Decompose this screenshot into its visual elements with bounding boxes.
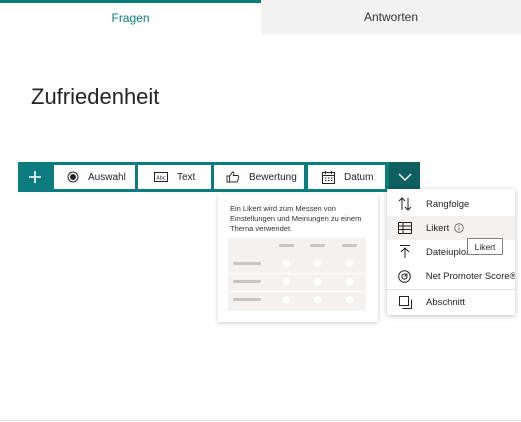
likert-preview-graphic xyxy=(228,238,366,311)
menu-item-likert[interactable]: Likert xyxy=(387,216,515,240)
menu-item-rangfolge[interactable]: Rangfolge xyxy=(387,192,515,216)
menu-item-label: Net Promoter Score® xyxy=(425,270,515,282)
chevron-down-icon xyxy=(398,173,411,181)
likert-description: Ein Likert wird zum Messen von Einstellu… xyxy=(230,204,362,233)
section-icon xyxy=(397,294,413,310)
form-title[interactable]: Zufriedenheit xyxy=(31,84,159,110)
date-button[interactable]: Datum xyxy=(308,165,385,189)
tab-antworten[interactable]: Antworten xyxy=(261,0,521,34)
thumbs-up-icon xyxy=(226,171,240,183)
radio-icon xyxy=(67,171,79,183)
nps-icon xyxy=(397,268,413,284)
calendar-icon xyxy=(322,170,335,184)
menu-item-nps[interactable]: Net Promoter Score® xyxy=(387,264,515,288)
add-question-button[interactable] xyxy=(18,162,51,192)
choice-button-label: Auswahl xyxy=(88,171,126,183)
plus-icon xyxy=(28,171,41,183)
likert-tooltip: Likert xyxy=(467,238,503,255)
text-button-label: Text xyxy=(177,171,196,183)
rating-button-label: Bewertung xyxy=(249,171,297,183)
likert-preview-card: Ein Likert wird zum Messen von Einstellu… xyxy=(218,194,378,322)
info-icon[interactable] xyxy=(454,223,464,233)
more-question-types-button[interactable] xyxy=(389,162,420,192)
menu-item-label: Abschnitt xyxy=(426,296,466,308)
tab-bar: Fragen Antworten xyxy=(0,0,521,34)
text-button[interactable]: Abc Text xyxy=(138,165,211,189)
menu-item-label: Likert xyxy=(426,222,450,234)
likert-grid-icon xyxy=(397,220,413,236)
date-button-label: Datum xyxy=(344,171,374,183)
rating-button[interactable]: Bewertung xyxy=(214,165,304,189)
tab-fragen[interactable]: Fragen xyxy=(0,0,261,34)
text-icon: Abc xyxy=(154,172,168,182)
add-question-toolbar: Auswahl Abc Text Bewertung Datum xyxy=(18,162,420,192)
ranking-icon xyxy=(397,196,413,212)
svg-text:Abc: Abc xyxy=(156,175,166,181)
divider xyxy=(0,420,521,421)
menu-item-abschnitt[interactable]: Abschnitt xyxy=(387,290,515,314)
menu-item-label: Rangfolge xyxy=(426,198,470,210)
upload-icon xyxy=(397,244,413,260)
choice-button[interactable]: Auswahl xyxy=(54,165,135,189)
